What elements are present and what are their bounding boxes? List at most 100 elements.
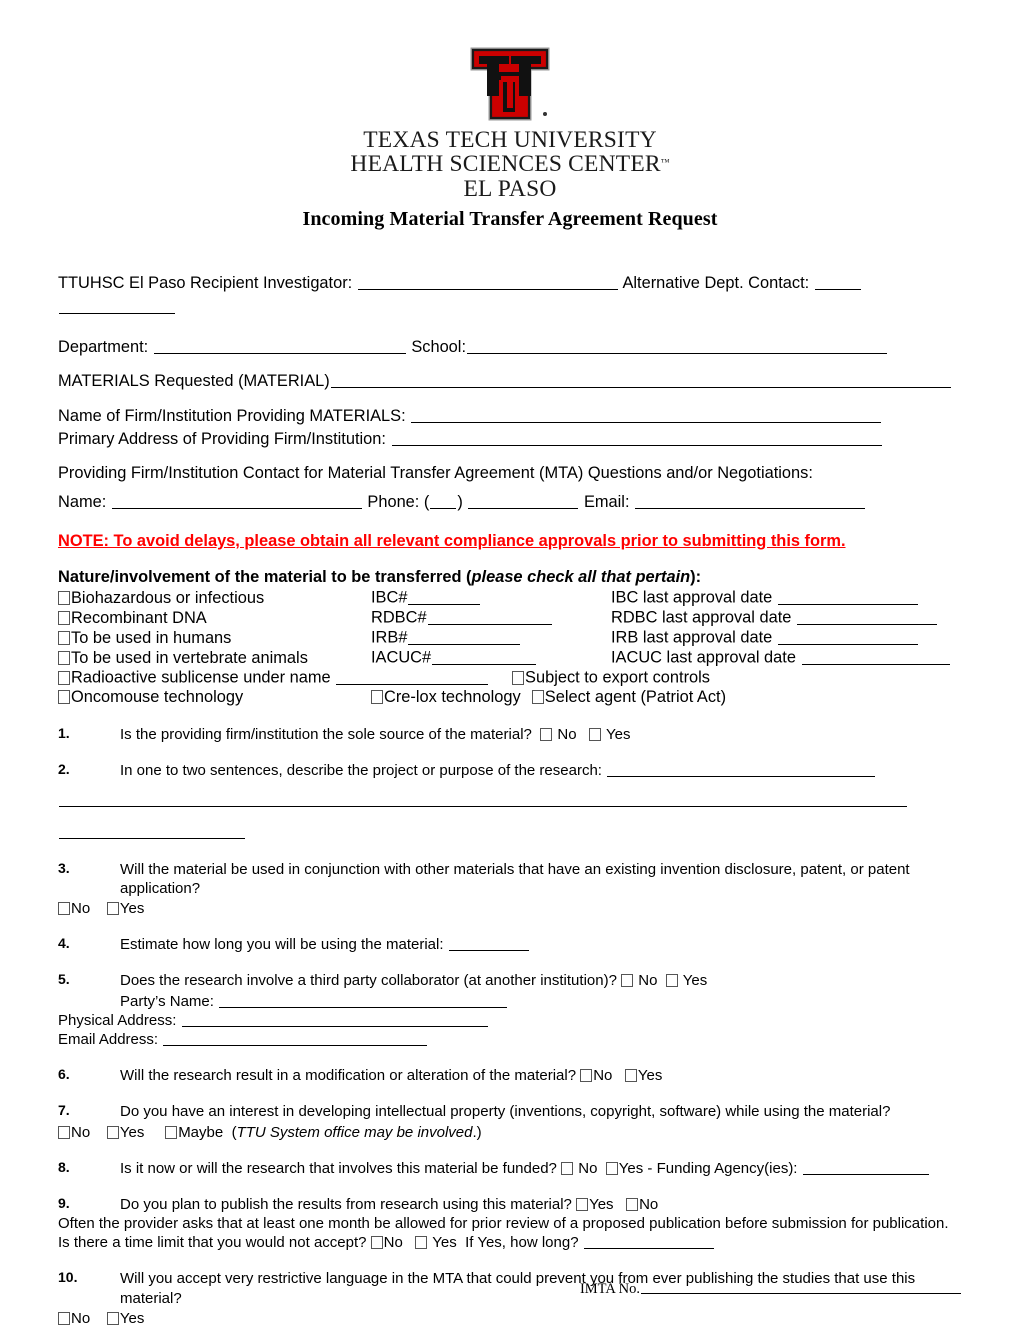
email-address-input[interactable]: [163, 1031, 428, 1046]
question-6-number: 6.: [58, 1066, 70, 1083]
checkbox-q10-yes[interactable]: [106, 1311, 119, 1325]
question-10-option-yes: Yes: [119, 1309, 145, 1327]
nature-code-3-group: IACUC#: [371, 648, 611, 668]
export-controls-label: Subject to export controls: [525, 668, 710, 687]
iacuc-approval-date-input[interactable]: [801, 648, 950, 665]
field-materials-requested: MATERIALS Requested (MATERIAL): [58, 371, 962, 392]
question-2-number: 2.: [58, 761, 70, 778]
contact-email-input[interactable]: [635, 492, 866, 509]
question-2-continuation: [58, 791, 962, 810]
checkbox-vertebrate-animals[interactable]: [58, 650, 70, 665]
checkbox-q1-yes[interactable]: [589, 727, 602, 741]
question-7-text: Do you have an interest in developing in…: [120, 1103, 891, 1121]
checkbox-export-controls[interactable]: [512, 670, 525, 685]
checkbox-crelox[interactable]: [371, 690, 383, 705]
checkbox-q5-no[interactable]: [621, 974, 634, 988]
question-7-option-yes: Yes: [119, 1123, 145, 1141]
checkbox-q9-no[interactable]: [626, 1197, 639, 1211]
checkbox-q1-no[interactable]: [540, 727, 553, 741]
checkbox-recombinant-dna[interactable]: [58, 610, 70, 625]
question-4: 4. Estimate how long you will be using th…: [58, 935, 962, 954]
imta-number-input[interactable]: [641, 1279, 961, 1294]
question-5-email-address: Email Address:: [58, 1030, 962, 1049]
logo-container: [58, 46, 962, 122]
checkbox-q7-maybe[interactable]: [165, 1125, 178, 1139]
field-department-school: Department: School:: [58, 337, 962, 358]
physical-address-label: Physical Address:: [58, 1011, 177, 1029]
checkbox-q9-yes[interactable]: [576, 1197, 589, 1211]
question-9-text2: Often the provider asks that at least on…: [58, 1215, 949, 1251]
question-5-body: Does the research involve a third party …: [120, 971, 958, 990]
checkbox-used-in-humans[interactable]: [58, 630, 70, 645]
nature-heading-post: ):: [690, 567, 702, 586]
trademark-symbol: ™: [660, 157, 670, 168]
question-3-number: 3.: [58, 859, 70, 876]
contact-name-input[interactable]: [111, 492, 362, 509]
firm-address-input[interactable]: [391, 429, 882, 446]
nature-heading-emphasis: please check all that pertain: [471, 567, 691, 586]
rdbc-approval-date-input[interactable]: [796, 608, 937, 625]
materials-requested-input[interactable]: [330, 372, 951, 389]
alt-dept-contact-input[interactable]: [814, 274, 861, 291]
field-firm-name: Name of Firm/Institution Providing MATER…: [58, 406, 962, 427]
question-5-text: Does the research involve a third party …: [120, 972, 617, 990]
funding-agency-input[interactable]: [802, 1159, 929, 1175]
checkbox-q9b-yes[interactable]: [415, 1236, 428, 1250]
page-title: Incoming Material Transfer Agreement Req…: [302, 208, 718, 231]
question-4-duration-input[interactable]: [448, 936, 529, 952]
firm-name-input[interactable]: [411, 406, 882, 423]
contact-phone-input[interactable]: [468, 492, 579, 509]
irb-number-input[interactable]: [408, 628, 521, 645]
checkbox-q3-no[interactable]: [58, 902, 70, 916]
checkbox-q7-no[interactable]: [58, 1125, 70, 1139]
nature-approval-2: IRB last approval date: [611, 628, 773, 647]
question-2-input-line-2[interactable]: [59, 792, 907, 808]
checkbox-q6-no[interactable]: [580, 1069, 593, 1083]
document-footer: IMTA No.: [58, 1279, 962, 1298]
question-9-option-no: No: [639, 1195, 659, 1213]
checkbox-q5-yes[interactable]: [665, 974, 678, 988]
checkbox-q8-no[interactable]: [561, 1161, 574, 1175]
checkbox-q3-yes[interactable]: [106, 902, 119, 916]
email-address-label: Email Address:: [58, 1030, 159, 1048]
field-firm-address: Primary Address of Providing Firm/Instit…: [58, 429, 962, 450]
checkbox-biohazardous[interactable]: [58, 590, 70, 605]
irb-approval-date-input[interactable]: [777, 628, 918, 645]
question-3: 3. Will the material be used in conjuncti…: [58, 860, 962, 919]
checkbox-q8-yes[interactable]: [605, 1161, 618, 1175]
question-9: 9. Do you plan to publish the results fro…: [58, 1195, 962, 1253]
question-9-option-yes: Yes: [589, 1195, 614, 1213]
question-2-input-line-3[interactable]: [59, 824, 245, 840]
school-input[interactable]: [467, 337, 887, 354]
rdbc-number-input[interactable]: [427, 608, 552, 625]
question-7-option-no: No: [71, 1123, 91, 1141]
ibc-number-input[interactable]: [408, 588, 481, 605]
checkbox-select-agent[interactable]: [531, 690, 544, 705]
question-9-body: Do you plan to publish the results from …: [120, 1195, 958, 1214]
checkbox-q6-yes[interactable]: [624, 1069, 637, 1083]
ibc-approval-date-input[interactable]: [777, 588, 918, 605]
question-9-howlong-input[interactable]: [583, 1234, 714, 1250]
checkbox-radioactive-sublicense[interactable]: [58, 670, 70, 685]
question-1-number: 1.: [58, 724, 70, 741]
alt-dept-contact-input-cont[interactable]: [59, 297, 175, 314]
recipient-investigator-input[interactable]: [357, 274, 618, 291]
radioactive-name-input[interactable]: [336, 668, 489, 685]
question-7-number: 7.: [58, 1102, 70, 1119]
question-2-input-line-1[interactable]: [607, 762, 876, 778]
department-input[interactable]: [153, 337, 406, 354]
checkbox-q7-yes[interactable]: [106, 1125, 119, 1139]
iacuc-number-input[interactable]: [432, 648, 537, 665]
department-label: Department:: [58, 337, 149, 356]
question-8: 8. Is it now or will the research that in…: [58, 1159, 962, 1178]
question-1: 1. Is the providing firm/institution the …: [58, 725, 962, 744]
contact-phone-area-input[interactable]: [430, 492, 457, 509]
question-1-option-no: No: [557, 725, 577, 743]
checkbox-oncomouse[interactable]: [58, 690, 70, 705]
party-name-input[interactable]: [219, 992, 508, 1008]
checkbox-q10-no[interactable]: [58, 1311, 70, 1325]
physical-address-input[interactable]: [181, 1012, 488, 1027]
checkbox-q9b-no[interactable]: [370, 1236, 383, 1250]
question-6-body: Will the research result in a modificati…: [120, 1066, 958, 1085]
question-9-option2-yes: Yes: [432, 1234, 457, 1252]
